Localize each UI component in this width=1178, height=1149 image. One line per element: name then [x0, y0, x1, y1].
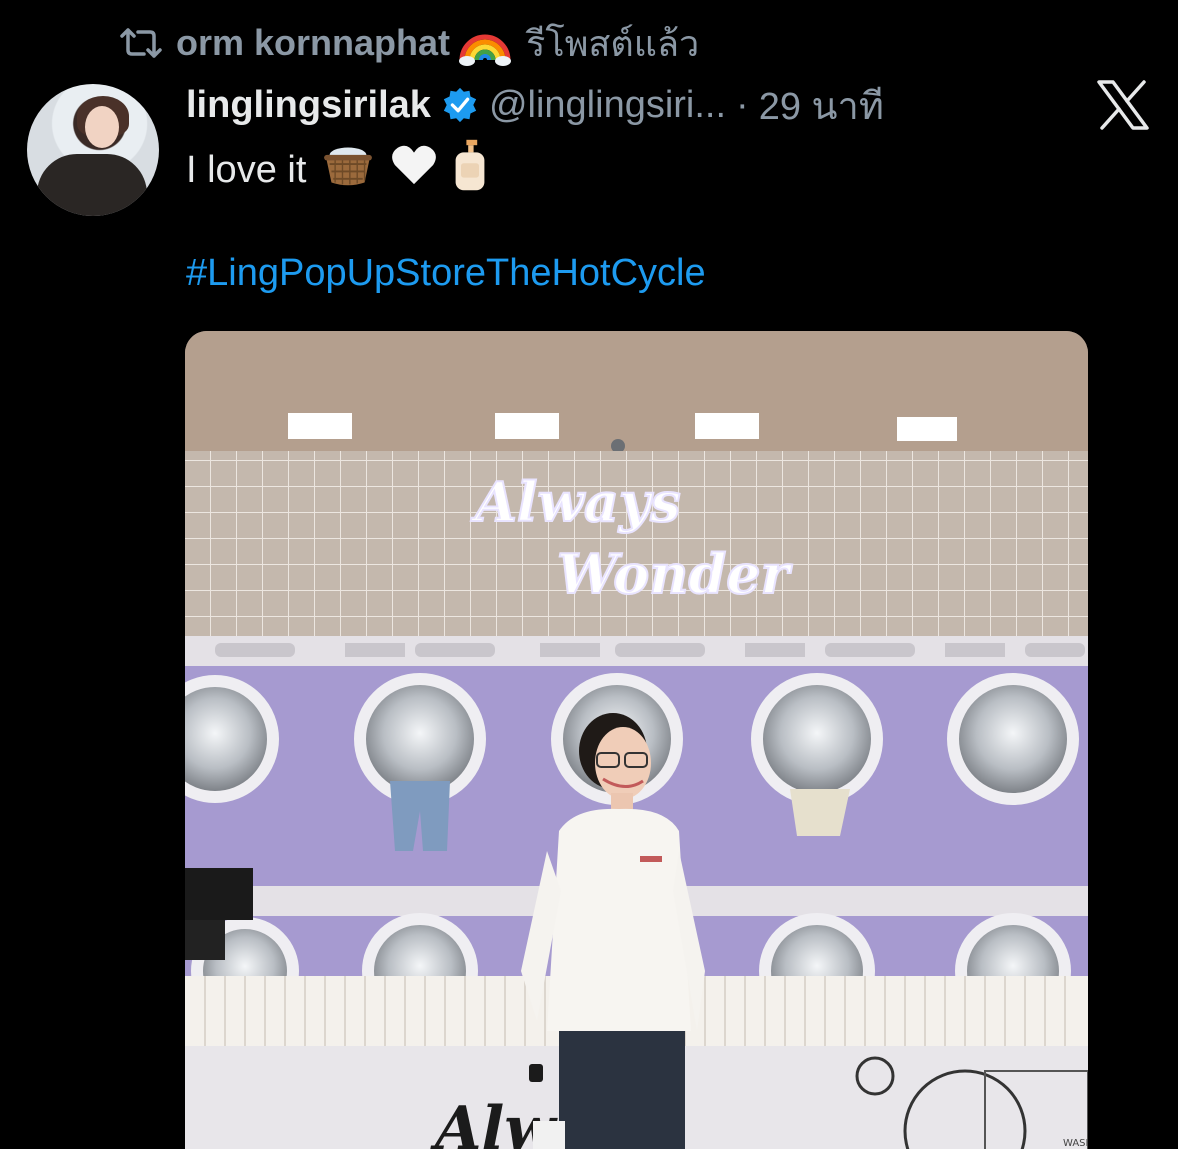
retweeter-name[interactable]: orm kornnaphat	[176, 22, 450, 64]
tweet-view: orm kornnaphat รีโพสต์แล้ว linglingsiril…	[0, 0, 1178, 1149]
avatar-figure	[37, 154, 147, 216]
lotion-bottle-icon	[452, 136, 488, 204]
tweet-body: I love it	[186, 136, 488, 204]
neon-sign-line2: Wonder	[557, 542, 793, 606]
avatar-face	[85, 106, 119, 148]
verified-badge-icon[interactable]	[441, 86, 479, 124]
retweet-icon	[120, 24, 162, 62]
author-handle[interactable]: @linglingsiri...	[489, 84, 726, 127]
hashtag-link[interactable]: #LingPopUpStoreTheHotCycle	[186, 252, 706, 295]
separator-dot: ·	[736, 83, 749, 126]
tweet-media-image[interactable]: Always Wonder Alw WAS	[185, 331, 1088, 1149]
ceiling-light	[495, 413, 559, 439]
tweet-text: I love it	[186, 148, 307, 191]
author-display-name[interactable]: linglingsirilak	[186, 84, 431, 127]
tweet-timestamp[interactable]: 29 นาที	[759, 75, 884, 136]
rainbow-emoji-icon	[458, 16, 512, 70]
ceiling-light	[695, 413, 759, 439]
reposted-label: รีโพสต์แล้ว	[526, 22, 700, 64]
x-logo-icon[interactable]	[1096, 80, 1150, 130]
photo-scene: Always Wonder Alw WAS	[185, 331, 1088, 1149]
wash-label: WASH	[1063, 1138, 1088, 1149]
ceiling-light	[897, 417, 957, 441]
retweet-indicator[interactable]: orm kornnaphat รีโพสต์แล้ว	[120, 18, 699, 68]
author-avatar[interactable]	[27, 84, 159, 216]
white-heart-icon	[390, 143, 438, 197]
author-row: linglingsirilak @linglingsiri... · 29 นา…	[186, 78, 884, 132]
basket-icon	[320, 142, 376, 198]
neon-sign-line1: Always	[470, 470, 681, 534]
ceiling-light	[288, 413, 352, 439]
